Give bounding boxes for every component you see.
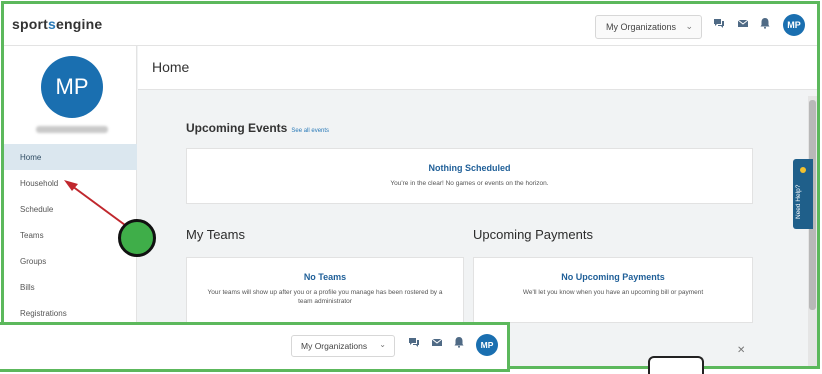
annotation-arrow — [64, 180, 126, 226]
overlay-my-organizations-dropdown[interactable]: My Organizations ⌄ — [291, 335, 395, 357]
annotation-marker-circle — [118, 219, 156, 257]
overlay-user-avatar[interactable]: MP — [476, 334, 498, 356]
phone-promo-image — [648, 356, 704, 374]
overlay-navbar-snippet: My Organizations ⌄ MP — [0, 322, 510, 372]
close-icon[interactable]: ✕ — [737, 345, 745, 356]
chevron-down-icon: ⌄ — [379, 340, 386, 349]
overlay-my-organizations-label: My Organizations — [301, 341, 368, 351]
mail-icon[interactable] — [430, 336, 444, 350]
chat-icon[interactable] — [407, 336, 421, 350]
bell-icon[interactable] — [452, 336, 466, 350]
